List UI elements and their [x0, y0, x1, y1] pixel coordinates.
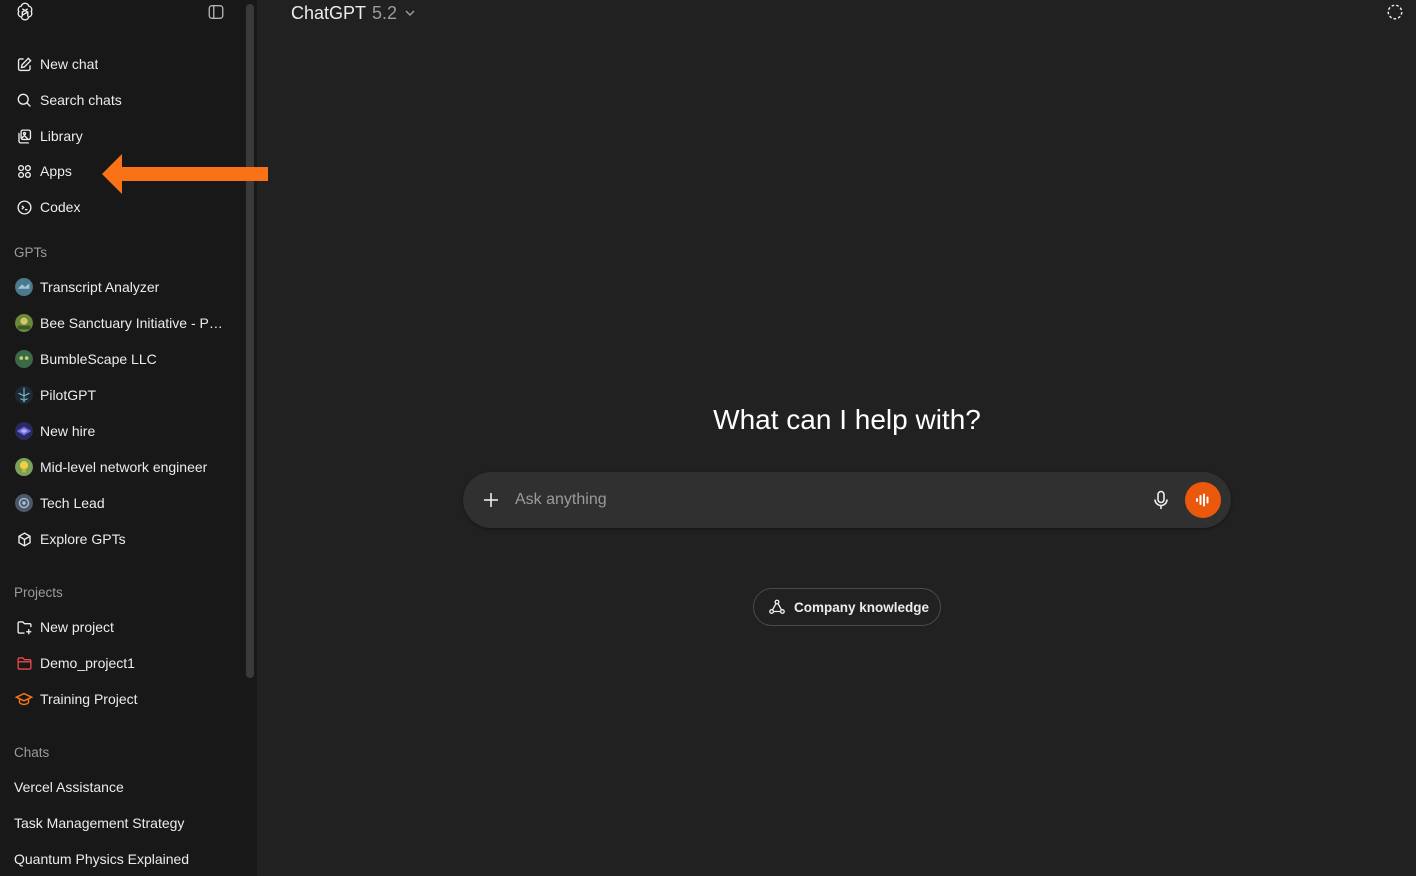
annotation-arrow-icon	[102, 154, 268, 194]
explore-gpts-button[interactable]: Explore GPTs	[8, 523, 238, 555]
sidebar-toggle-icon[interactable]	[207, 3, 225, 21]
new-chat-label: New chat	[40, 56, 99, 72]
project-item-demo-project1[interactable]: Demo_project1	[8, 647, 238, 679]
chat-item[interactable]: Vercel Assistance	[8, 771, 238, 803]
company-knowledge-label: Company knowledge	[794, 599, 930, 615]
gpt-item-pilotgpt[interactable]: PilotGPT	[8, 379, 238, 411]
sidebar-scrollbar[interactable]	[246, 4, 254, 678]
gpt-label: BumbleScape LLC	[40, 351, 157, 367]
composer	[463, 472, 1231, 528]
page-title: What can I help with?	[713, 404, 981, 435]
gpt-item-bee-sanctuary[interactable]: Bee Sanctuary Initiative - Par...	[8, 307, 238, 339]
project-item-training-project[interactable]: Training Project	[8, 683, 238, 715]
gpt-item-new-hire[interactable]: New hire	[8, 415, 238, 447]
cube-icon	[15, 530, 33, 548]
gpt-label: New hire	[40, 423, 96, 439]
codex-label: Codex	[40, 199, 81, 215]
project-label: Demo_project1	[40, 655, 135, 671]
search-icon	[15, 91, 33, 109]
gpt-label: Bee Sanctuary Initiative - Par...	[40, 315, 230, 331]
gpt-label: PilotGPT	[40, 387, 97, 403]
gpt-label: Tech Lead	[40, 495, 105, 511]
codex-icon	[15, 198, 33, 216]
chat-item[interactable]: Quantum Physics Explained	[8, 843, 238, 875]
model-selector-button[interactable]: ChatGPT 5.2	[291, 2, 416, 24]
search-chats-label: Search chats	[40, 92, 122, 108]
voice-mode-button[interactable]	[1185, 482, 1221, 518]
gpt-avatar	[15, 458, 33, 476]
new-project-label: New project	[40, 619, 114, 635]
explore-gpts-label: Explore GPTs	[40, 531, 126, 547]
gpt-avatar	[15, 386, 33, 404]
company-knowledge-chip[interactable]: Company knowledge	[753, 588, 941, 626]
projects-section-title: Projects	[14, 585, 63, 600]
gpt-item-mid-level-network-engineer[interactable]: Mid-level network engineer	[8, 451, 238, 483]
folder-plus-icon	[15, 618, 33, 636]
gpt-item-tech-lead[interactable]: Tech Lead	[8, 487, 238, 519]
openai-logo-icon[interactable]	[14, 1, 36, 23]
project-label: Training Project	[40, 691, 138, 707]
chats-section-title: Chats	[14, 745, 50, 760]
gpt-avatar	[15, 278, 33, 296]
waveform-icon	[1196, 493, 1209, 507]
edit-icon	[15, 55, 33, 73]
model-name: ChatGPT	[291, 2, 367, 23]
model-version: 5.2	[372, 2, 398, 23]
library-label: Library	[40, 128, 83, 144]
gpt-avatar	[15, 314, 33, 332]
gpt-item-bumblescape[interactable]: BumbleScape LLC	[8, 343, 238, 375]
gpt-avatar	[15, 350, 33, 368]
microphone-icon[interactable]	[1151, 489, 1171, 511]
new-project-button[interactable]: New project	[8, 611, 238, 643]
chat-item[interactable]: Task Management Strategy	[8, 807, 238, 839]
gpt-item-transcript-analyzer[interactable]: Transcript Analyzer	[8, 271, 238, 303]
search-chats-button[interactable]: Search chats	[8, 84, 238, 116]
gpt-avatar	[15, 422, 33, 440]
gpt-avatar	[15, 494, 33, 512]
codex-button[interactable]: Codex	[8, 191, 238, 223]
library-icon	[15, 127, 33, 145]
plus-icon[interactable]	[481, 490, 501, 510]
folder-icon	[15, 654, 33, 672]
apps-icon	[15, 162, 33, 180]
gpt-label: Mid-level network engineer	[40, 459, 208, 475]
prompt-input[interactable]	[515, 488, 1135, 512]
main-area: ChatGPT 5.2 What can I help with? Compan…	[257, 0, 1416, 876]
gpts-section-title: GPTs	[14, 245, 48, 260]
library-button[interactable]: Library	[8, 120, 238, 152]
sidebar: New chat Search chats Library Apps Codex…	[0, 0, 257, 876]
sidebar-header	[0, 0, 257, 28]
graduation-cap-icon	[15, 690, 33, 708]
chevron-down-icon	[405, 10, 415, 17]
company-knowledge-icon	[769, 599, 785, 614]
gpt-label: Transcript Analyzer	[40, 279, 160, 295]
apps-label: Apps	[40, 163, 72, 179]
new-chat-button[interactable]: New chat	[8, 48, 238, 80]
temporary-chat-icon[interactable]	[1386, 3, 1404, 21]
